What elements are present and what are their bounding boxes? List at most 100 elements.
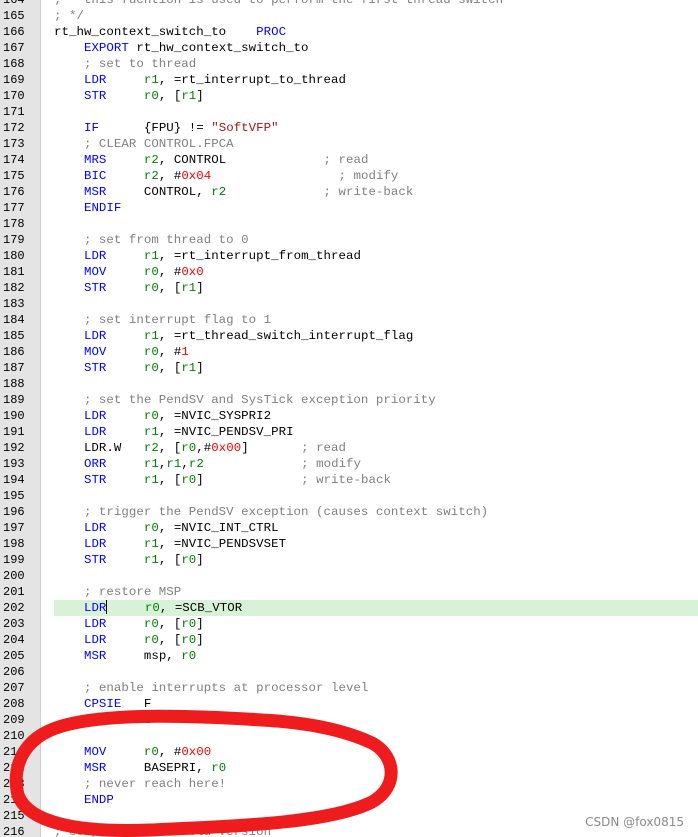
- code-line[interactable]: 199 STR r1, [r0]: [0, 552, 698, 568]
- code-line[interactable]: 194 STR r1, [r0] ; write-back: [0, 472, 698, 488]
- code-line[interactable]: 169 LDR r1, =rt_interrupt_to_thread: [0, 72, 698, 88]
- code-text[interactable]: LDR.W r2, [r0,#0x00] ; read: [54, 440, 698, 456]
- code-text[interactable]: ORR r1,r1,r2 ; modify: [54, 456, 698, 472]
- code-text[interactable]: ; */: [54, 8, 698, 24]
- code-text[interactable]: BIC r2, #0x04 ; modify: [54, 168, 698, 184]
- code-line[interactable]: 168 ; set to thread: [0, 56, 698, 72]
- code-line[interactable]: 188: [0, 376, 698, 392]
- code-text[interactable]: ; set interrupt flag to 1: [54, 312, 698, 328]
- code-text[interactable]: LDR r0, [r0]: [54, 632, 698, 648]
- code-text[interactable]: STR r0, [r1]: [54, 360, 698, 376]
- code-line[interactable]: 177 ENDIF: [0, 200, 698, 216]
- code-line[interactable]: 205 MSR msp, r0: [0, 648, 698, 664]
- code-text[interactable]: EXPORT rt_hw_context_switch_to: [54, 40, 698, 56]
- code-line[interactable]: 197 LDR r0, =NVIC_INT_CTRL: [0, 520, 698, 536]
- code-line[interactable]: 178: [0, 216, 698, 232]
- code-line[interactable]: 209 CPSIE I: [0, 712, 698, 728]
- code-line[interactable]: 174 MRS r2, CONTROL ; read: [0, 152, 698, 168]
- code-text[interactable]: ; set to thread: [54, 56, 698, 72]
- code-line[interactable]: 180 LDR r1, =rt_interrupt_from_thread: [0, 248, 698, 264]
- code-text[interactable]: ; enable interrupts at processor level: [54, 680, 698, 696]
- code-line[interactable]: 212 MSR BASEPRI, r0: [0, 760, 698, 776]
- code-text[interactable]: MOV r0, #1: [54, 344, 698, 360]
- code-line[interactable]: 166 rt_hw_context_switch_to PROC: [0, 24, 698, 40]
- code-text[interactable]: STR r0, [r1]: [54, 280, 698, 296]
- code-text[interactable]: LDR r0, =SCB_VTOR: [54, 600, 698, 616]
- code-text[interactable]: ; set from thread to 0: [54, 232, 698, 248]
- code-line[interactable]: 176 MSR CONTROL, r2 ; write-back: [0, 184, 698, 200]
- code-line[interactable]: 187 STR r0, [r1]: [0, 360, 698, 376]
- code-token: r0: [181, 617, 197, 631]
- code-text[interactable]: MRS r2, CONTROL ; read: [54, 152, 698, 168]
- code-line[interactable]: 206: [0, 664, 698, 680]
- code-token: STR: [83, 361, 107, 375]
- code-line[interactable]: 198 LDR r1, =NVIC_PENDSVSET: [0, 536, 698, 552]
- code-text[interactable]: rt_hw_context_switch_to PROC: [54, 24, 698, 40]
- code-text[interactable]: LDR r0, =NVIC_SYSPRI2: [54, 408, 698, 424]
- code-line[interactable]: 207 ; enable interrupts at processor lev…: [0, 680, 698, 696]
- code-line[interactable]: 165 ; */: [0, 8, 698, 24]
- code-line[interactable]: 181 MOV r0, #0x0: [0, 264, 698, 280]
- code-line[interactable]: 182 STR r0, [r1]: [0, 280, 698, 296]
- code-line[interactable]: 213 ; never reach here!: [0, 776, 698, 792]
- code-text[interactable]: MOV r0, #0x00: [54, 744, 698, 760]
- code-token: r0: [181, 553, 197, 567]
- code-text[interactable]: CPSIE F: [54, 696, 698, 712]
- code-line[interactable]: 204 LDR r0, [r0]: [0, 632, 698, 648]
- code-line[interactable]: 193 ORR r1,r1,r2 ; modify: [0, 456, 698, 472]
- code-line[interactable]: 167 EXPORT rt_hw_context_switch_to: [0, 40, 698, 56]
- code-line[interactable]: 164 ; * this fucntion is used to perform …: [0, 0, 698, 8]
- code-line[interactable]: 201 ; restore MSP: [0, 584, 698, 600]
- code-text[interactable]: ENDP: [54, 792, 698, 808]
- code-line[interactable]: 191 LDR r1, =NVIC_PENDSV_PRI: [0, 424, 698, 440]
- code-line[interactable]: 195: [0, 488, 698, 504]
- code-lines[interactable]: 164 ; * this fucntion is used to perform …: [0, 0, 698, 837]
- code-text[interactable]: STR r1, [r0] ; write-back: [54, 472, 698, 488]
- code-line[interactable]: 179 ; set from thread to 0: [0, 232, 698, 248]
- code-line[interactable]: 172 IF {FPU} != "SoftVFP": [0, 120, 698, 136]
- code-line[interactable]: 186 MOV r0, #1: [0, 344, 698, 360]
- code-text[interactable]: LDR r1, =NVIC_PENDSVSET: [54, 536, 698, 552]
- code-line[interactable]: 196 ; trigger the PendSV exception (caus…: [0, 504, 698, 520]
- code-line[interactable]: 202 LDR r0, =SCB_VTOR: [0, 600, 698, 616]
- code-line[interactable]: 203 LDR r0, [r0]: [0, 616, 698, 632]
- code-text[interactable]: MOV r0, #0x0: [54, 264, 698, 280]
- code-line[interactable]: 184 ; set interrupt flag to 1: [0, 312, 698, 328]
- code-text[interactable]: IF {FPU} != "SoftVFP": [54, 120, 698, 136]
- code-text[interactable]: LDR r0, =NVIC_INT_CTRL: [54, 520, 698, 536]
- code-line[interactable]: 173 ; CLEAR CONTROL.FPCA: [0, 136, 698, 152]
- code-text[interactable]: ; trigger the PendSV exception (causes c…: [54, 504, 698, 520]
- code-text[interactable]: ; CLEAR CONTROL.FPCA: [54, 136, 698, 152]
- code-line[interactable]: 190 LDR r0, =NVIC_SYSPRI2: [0, 408, 698, 424]
- code-line[interactable]: 192 LDR.W r2, [r0,#0x00] ; read: [0, 440, 698, 456]
- code-line[interactable]: 185 LDR r1, =rt_thread_switch_interrupt_…: [0, 328, 698, 344]
- code-text[interactable]: LDR r1, =NVIC_PENDSV_PRI: [54, 424, 698, 440]
- code-line[interactable]: 183: [0, 296, 698, 312]
- code-text[interactable]: STR r0, [r1]: [54, 88, 698, 104]
- code-text[interactable]: MSR BASEPRI, r0: [54, 760, 698, 776]
- code-text[interactable]: LDR r1, =rt_interrupt_from_thread: [54, 248, 698, 264]
- code-text[interactable]: MSR msp, r0: [54, 648, 698, 664]
- code-line[interactable]: 200: [0, 568, 698, 584]
- code-line[interactable]: 211 MOV r0, #0x00: [0, 744, 698, 760]
- code-text[interactable]: ; restore MSP: [54, 584, 698, 600]
- code-text[interactable]: ENDIF: [54, 200, 698, 216]
- code-line[interactable]: 171: [0, 104, 698, 120]
- code-editor[interactable]: 164 ; * this fucntion is used to perform …: [0, 0, 698, 837]
- code-text[interactable]: ; never reach here!: [54, 776, 698, 792]
- code-line[interactable]: 175 BIC r2, #0x04 ; modify: [0, 168, 698, 184]
- code-text[interactable]: ; set the PendSV and SysTick exception p…: [54, 392, 698, 408]
- code-text[interactable]: STR r1, [r0]: [54, 552, 698, 568]
- code-line[interactable]: 170 STR r0, [r1]: [0, 88, 698, 104]
- code-text[interactable]: ; * this fucntion is used to perform the…: [54, 0, 698, 8]
- code-text[interactable]: LDR r1, =rt_interrupt_to_thread: [54, 72, 698, 88]
- code-line[interactable]: 210: [0, 728, 698, 744]
- code-line[interactable]: 208 CPSIE F: [0, 696, 698, 712]
- code-text[interactable]: LDR r1, =rt_thread_switch_interrupt_flag: [54, 328, 698, 344]
- code-line[interactable]: 189 ; set the PendSV and SysTick excepti…: [0, 392, 698, 408]
- code-text[interactable]: LDR r0, [r0]: [54, 616, 698, 632]
- code-text[interactable]: CPSIE I: [54, 712, 698, 728]
- code-line[interactable]: 214 ENDP: [0, 792, 698, 808]
- code-text[interactable]: MSR CONTROL, r2 ; write-back: [54, 184, 698, 200]
